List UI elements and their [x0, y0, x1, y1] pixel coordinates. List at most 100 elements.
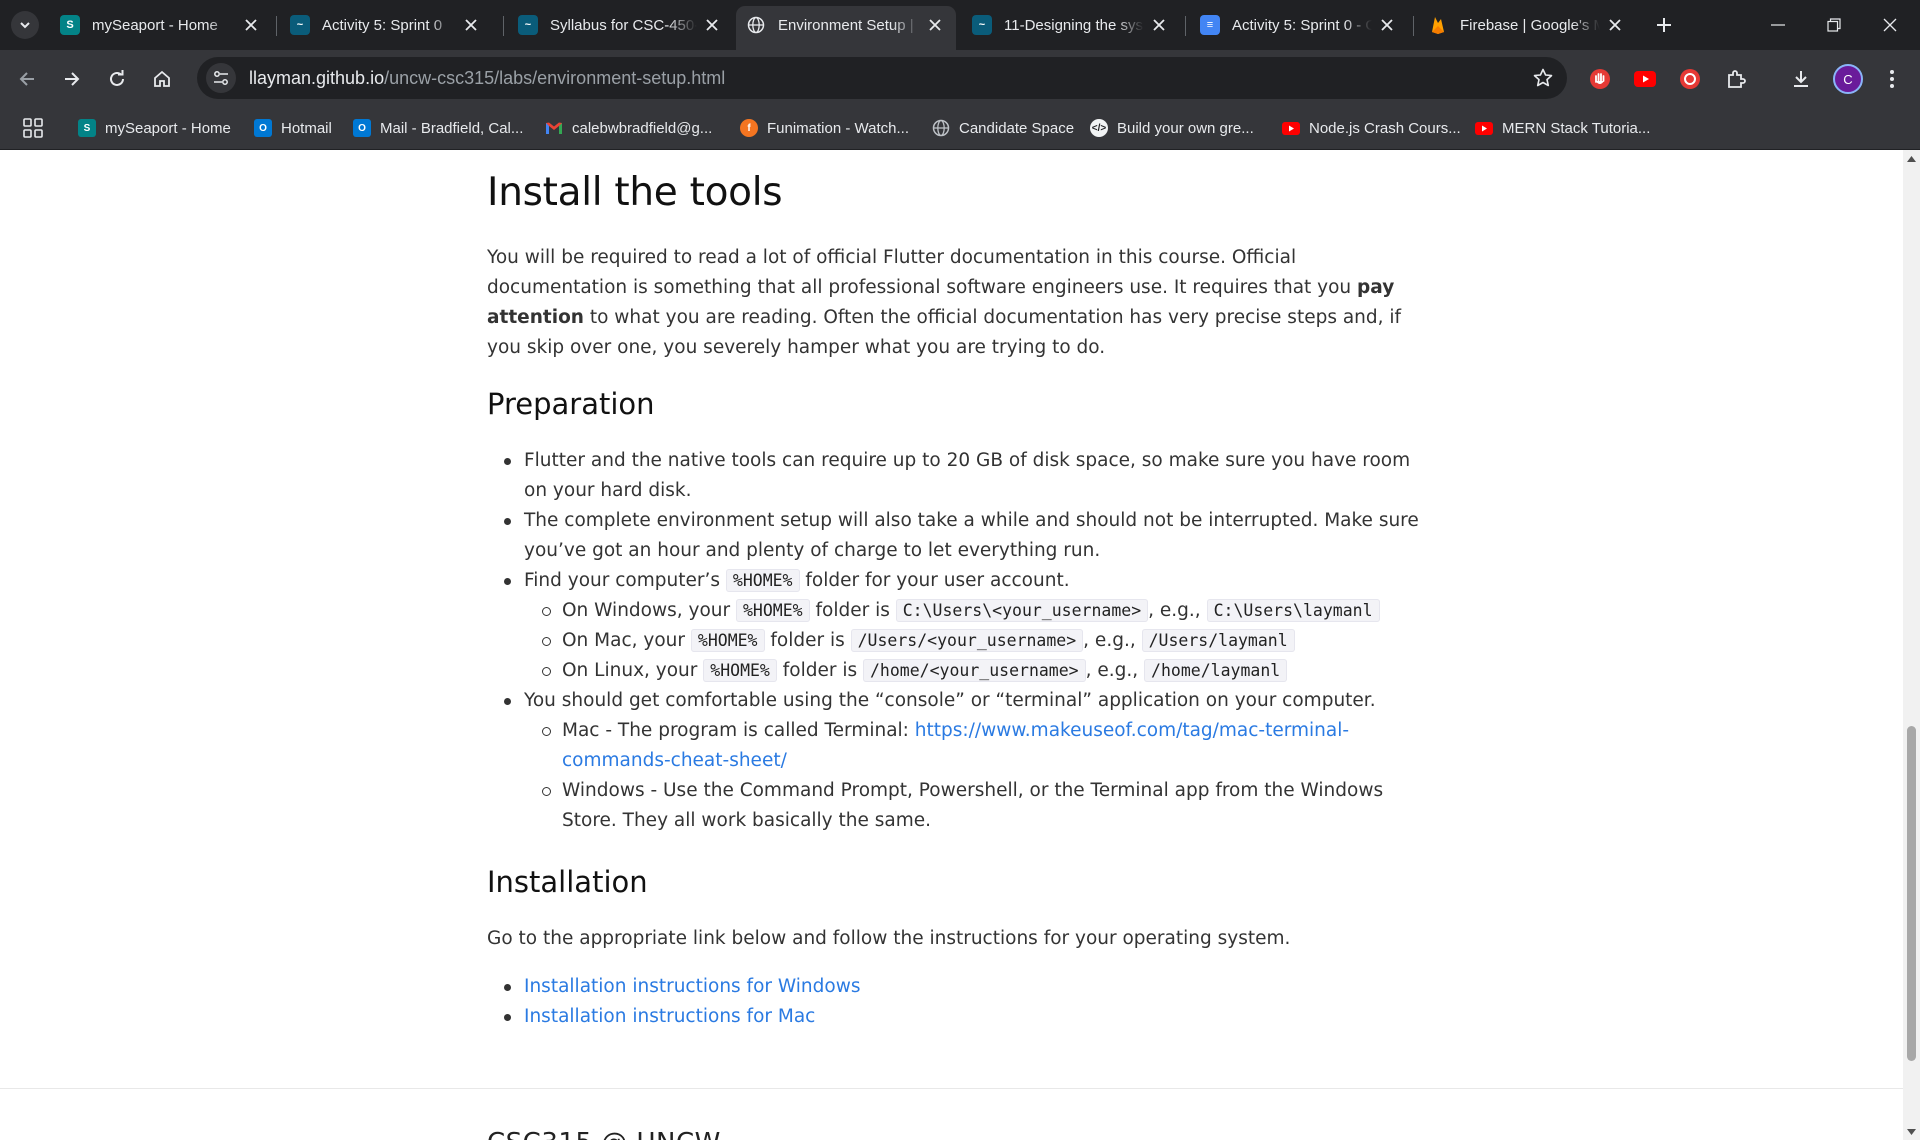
list-item-text: folder for your user account. [799, 570, 1070, 591]
bookmark-label: Build your own gre... [1117, 119, 1254, 137]
list-item: Mac - The program is called Terminal: ht… [524, 716, 1422, 776]
apps-grid-icon [23, 118, 43, 138]
list-item-text: , e.g., [1085, 660, 1145, 681]
close-icon[interactable] [926, 16, 944, 34]
installation-links: Installation instructions for Windows In… [487, 972, 1422, 1032]
page-scrollbar[interactable] [1903, 150, 1920, 1140]
bookmark-label: calebwbradfield@g... [572, 119, 713, 137]
list-item: Find your computer’s %HOME% folder for y… [487, 566, 1422, 686]
bookmark-candidate-space[interactable]: Candidate Space [932, 107, 1074, 149]
intro-text: You will be required to read a lot of of… [487, 247, 1358, 298]
bookmark-build-your-own[interactable]: </> Build your own gre... [1090, 107, 1254, 149]
list-item: Installation instructions for Mac [487, 1002, 1422, 1032]
sharepoint-icon: S [60, 15, 80, 35]
extension-adblock-button[interactable] [1582, 61, 1618, 97]
google-docs-icon: ≡ [1200, 15, 1220, 35]
tab-environment-setup[interactable]: Environment Setup | [736, 6, 956, 50]
close-icon [1883, 18, 1897, 32]
extension-youtube-button[interactable] [1627, 61, 1663, 97]
url-text[interactable]: llayman.github.io/uncw-csc315/labs/envir… [249, 68, 725, 89]
triangle-down-icon [1907, 1128, 1916, 1135]
scroll-down-button[interactable] [1903, 1123, 1920, 1140]
arrow-right-icon [65, 72, 80, 86]
close-icon[interactable] [1150, 16, 1168, 34]
close-icon[interactable] [242, 16, 260, 34]
forward-button[interactable] [54, 61, 90, 97]
minimize-button[interactable] [1750, 0, 1806, 50]
footer-text: CSC315 @ UNCW [487, 1128, 721, 1140]
list-item: On Windows, your %HOME% folder is C:\Use… [524, 596, 1422, 626]
funimation-icon: f [740, 119, 758, 137]
youtube-icon [1282, 119, 1300, 137]
tab-divider [1185, 16, 1186, 36]
canvas-seahawk-icon: ~ [290, 15, 310, 35]
bookmark-mern-stack-tutorial[interactable]: MERN Stack Tutoria... [1475, 107, 1650, 149]
installation-intro: Go to the appropriate link below and fol… [487, 928, 1291, 949]
tab-activity5-gdoc[interactable]: ≡ Activity 5: Sprint 0 - G [1190, 6, 1408, 44]
restore-icon [1827, 18, 1841, 32]
install-mac-link[interactable]: Installation instructions for Mac [524, 1006, 815, 1027]
scroll-up-button[interactable] [1903, 150, 1920, 167]
close-icon[interactable] [462, 16, 480, 34]
bookmark-nodejs-crash-course[interactable]: Node.js Crash Cours... [1282, 107, 1461, 149]
bookmark-label: Funimation - Watch... [767, 119, 909, 137]
canvas-seahawk-icon: ~ [518, 15, 538, 35]
tab-search-button[interactable] [11, 11, 39, 39]
menu-button[interactable] [1874, 61, 1910, 97]
bookmark-hotmail[interactable]: O Hotmail [254, 107, 332, 149]
inline-code: /Users/<your_username> [850, 629, 1084, 652]
tab-strip: S mySeaport - Home ~ Activity 5: Sprint … [0, 0, 1920, 50]
downloads-button[interactable] [1783, 61, 1819, 97]
new-tab-button[interactable] [1650, 11, 1678, 39]
install-windows-link[interactable]: Installation instructions for Windows [524, 976, 860, 997]
back-button[interactable] [9, 61, 45, 97]
bookmark-myseaport[interactable]: S mySeaport - Home [78, 107, 231, 149]
bookmark-gmail[interactable]: calebwbradfield@g... [545, 107, 712, 149]
close-icon[interactable] [1378, 16, 1396, 34]
code-icon: </> [1090, 119, 1108, 137]
extension-record-button[interactable] [1672, 61, 1708, 97]
close-icon[interactable] [1606, 16, 1624, 34]
apps-button[interactable] [22, 117, 44, 139]
inline-code: /home/<your_username> [863, 659, 1086, 682]
tab-myseaport[interactable]: S mySeaport - Home [50, 6, 272, 44]
bookmark-funimation[interactable]: f Funimation - Watch... [740, 107, 909, 149]
scrollbar-thumb[interactable] [1907, 726, 1916, 1061]
bookmark-mail-bradfield[interactable]: O Mail - Bradfield, Cal... [353, 107, 523, 149]
tab-activity5[interactable]: ~ Activity 5: Sprint 0 [280, 6, 492, 44]
firebase-icon [1428, 15, 1448, 35]
tab-firebase[interactable]: Firebase | Google's M [1418, 6, 1636, 44]
reload-button[interactable] [99, 61, 135, 97]
close-window-button[interactable] [1862, 0, 1918, 50]
terminal-list: Mac - The program is called Terminal: ht… [524, 716, 1422, 836]
tab-syllabus[interactable]: ~ Syllabus for CSC-450- [508, 6, 733, 44]
restore-button[interactable] [1806, 0, 1862, 50]
outlook-icon: O [254, 119, 272, 137]
list-item-text: , e.g., [1083, 630, 1142, 651]
address-bar[interactable]: llayman.github.io/uncw-csc315/labs/envir… [197, 57, 1567, 99]
plus-icon [1657, 18, 1671, 32]
close-icon[interactable] [703, 16, 721, 34]
home-button[interactable] [144, 61, 180, 97]
list-item-text: On Windows, your [562, 600, 736, 621]
site-info-button[interactable] [206, 63, 236, 93]
arrow-left-icon [19, 72, 34, 86]
bookmark-label: Mail - Bradfield, Cal... [380, 119, 524, 137]
inline-code: %HOME% [736, 599, 810, 622]
extensions-button[interactable] [1718, 61, 1754, 97]
minimize-icon [1771, 24, 1785, 26]
inline-code: C:\Users\<your_username> [895, 599, 1149, 622]
canvas-seahawk-icon: ~ [972, 15, 992, 35]
intro-paragraph: You will be required to read a lot of of… [487, 243, 1407, 363]
tab-divider [503, 16, 504, 36]
list-item-text: Find your computer’s [524, 570, 726, 591]
inline-code: C:\Users\laymanl [1206, 599, 1380, 622]
profile-avatar[interactable]: C [1833, 64, 1863, 94]
inline-code: %HOME% [725, 569, 800, 592]
inline-code: %HOME% [690, 629, 765, 652]
tab-designing-system[interactable]: ~ 11-Designing the sys [962, 6, 1180, 44]
list-item-text: You should get comfortable using the “co… [524, 690, 1376, 711]
bookmark-star-button[interactable] [1531, 66, 1555, 90]
home-folder-list: On Windows, your %HOME% folder is C:\Use… [524, 596, 1422, 686]
puzzle-icon [1728, 70, 1746, 88]
